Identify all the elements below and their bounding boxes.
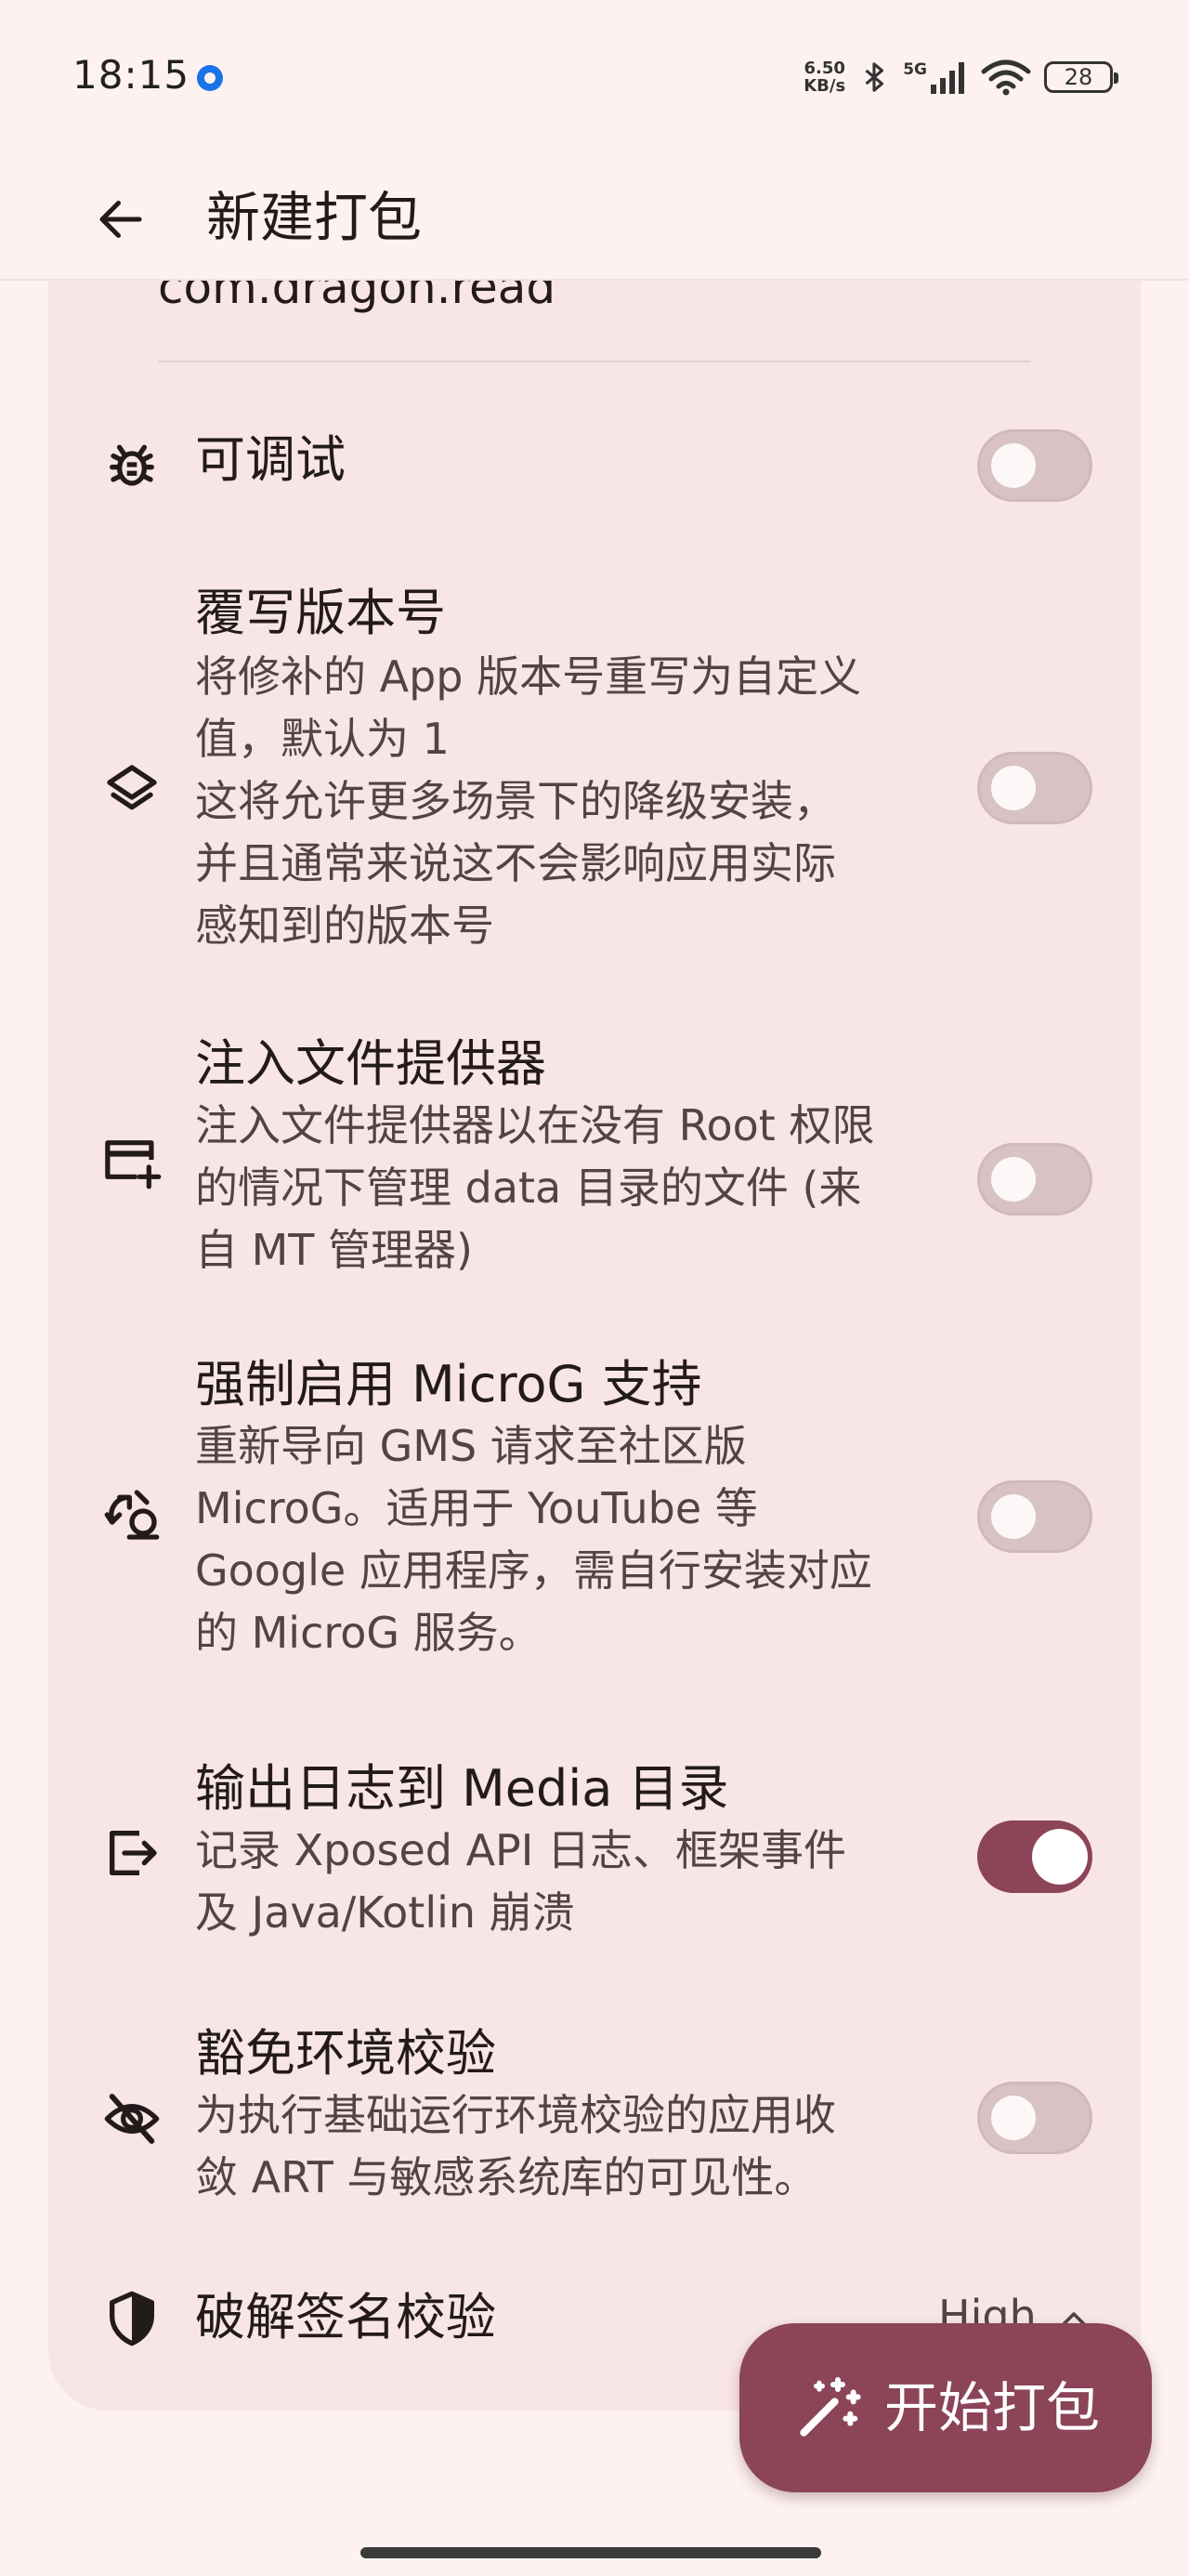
options-card: com.dragon.read 可调试 覆写版本号 将修补的 App 版本号重写… [48,223,1141,2411]
signal-group: 5G [903,60,968,94]
toggle-knob [991,443,1036,488]
status-time: 18:15 [72,52,190,98]
option-title: 注入文件提供器 [195,1034,546,1093]
card-add-icon [95,1123,169,1197]
bug-icon [95,427,169,502]
option-title: 豁免环境校验 [195,2024,496,2083]
layers-icon [95,753,169,827]
network-speed: 6.50 KB/s [804,59,845,95]
option-debuggable[interactable]: 可调试 [48,427,1141,539]
redirect-icon [95,1478,169,1552]
override-version-toggle[interactable] [977,752,1092,824]
option-title: 强制启用 MicroG 支持 [195,1355,702,1413]
option-microg[interactable]: 强制启用 MicroG 支持 重新导向 GMS 请求至社区版 MicroG。适用… [48,1352,1141,1677]
option-description: 重新导向 GMS 请求至社区版 MicroG。适用于 YouTube 等 Goo… [195,1421,872,1658]
shield-icon [95,2281,169,2356]
option-description: 记录 Xposed API 日志、框架事件 及 Java/Kotlin 崩溃 [195,1825,846,1938]
home-indicator[interactable] [360,2547,821,2558]
toggle-knob [991,1494,1036,1539]
page-title: 新建打包 [206,186,423,249]
log-to-media-toggle[interactable] [977,1820,1092,1893]
option-inject-provider[interactable]: 注入文件提供器 注入文件提供器以在没有 Root 权限 的情况下管理 data … [48,1032,1141,1292]
status-indicators: 6.50 KB/s 5G 28 [804,54,1118,100]
option-title: 覆写版本号 [195,584,446,642]
microg-toggle[interactable] [977,1480,1092,1553]
bluetooth-icon [865,62,884,92]
toggle-knob [991,766,1036,810]
toggle-knob [1032,1829,1088,1885]
option-env-check[interactable]: 豁免环境校验 为执行基础运行环境校验的应用收 敛 ART 与敏感系统库的可见性。 [48,2021,1141,2226]
notification-dot-icon [197,65,223,91]
network-speed-unit: KB/s [804,76,846,96]
option-log-to-media[interactable]: 输出日志到 Media 目录 记录 Xposed API 日志、框架事件 及 J… [48,1756,1141,1961]
option-override-version[interactable]: 覆写版本号 将修补的 App 版本号重写为自定义 值，默认为 1 这将允许更多场… [48,581,1141,953]
arrow-back-icon [99,201,142,238]
option-title: 可调试 [195,430,346,489]
option-title: 输出日志到 Media 目录 [195,1759,729,1818]
status-bar: 18:15 6.50 KB/s 5G 28 [0,0,1189,149]
battery-indicator: 28 [1044,61,1118,93]
option-title: 破解签名校验 [195,2288,496,2346]
network-type: 5G [903,60,927,79]
cellular-signal-icon [931,62,964,94]
magic-wand-icon [800,2377,861,2437]
network-speed-value: 6.50 [804,59,845,78]
toggle-knob [991,2096,1036,2140]
visibility-off-icon [95,2082,169,2156]
app-bar: 新建打包 [0,149,1189,281]
start-patch-label: 开始打包 [884,2376,1101,2439]
env-check-toggle[interactable] [977,2082,1092,2154]
option-description: 注入文件提供器以在没有 Root 权限 的情况下管理 data 目录的文件 (来… [195,1100,875,1275]
option-description: 将修补的 App 版本号重写为自定义 值，默认为 1 这将允许更多场景下的降级安… [195,651,862,951]
export-icon [95,1816,169,1890]
toggle-knob [991,1157,1036,1202]
inject-provider-toggle[interactable] [977,1143,1092,1216]
back-button[interactable] [76,175,165,264]
divider [158,361,1031,362]
wifi-icon [981,59,1031,96]
debuggable-toggle[interactable] [977,429,1092,502]
option-description: 为执行基础运行环境校验的应用收 敛 ART 与敏感系统库的可见性。 [195,2090,836,2202]
start-patch-button[interactable]: 开始打包 [739,2323,1152,2492]
